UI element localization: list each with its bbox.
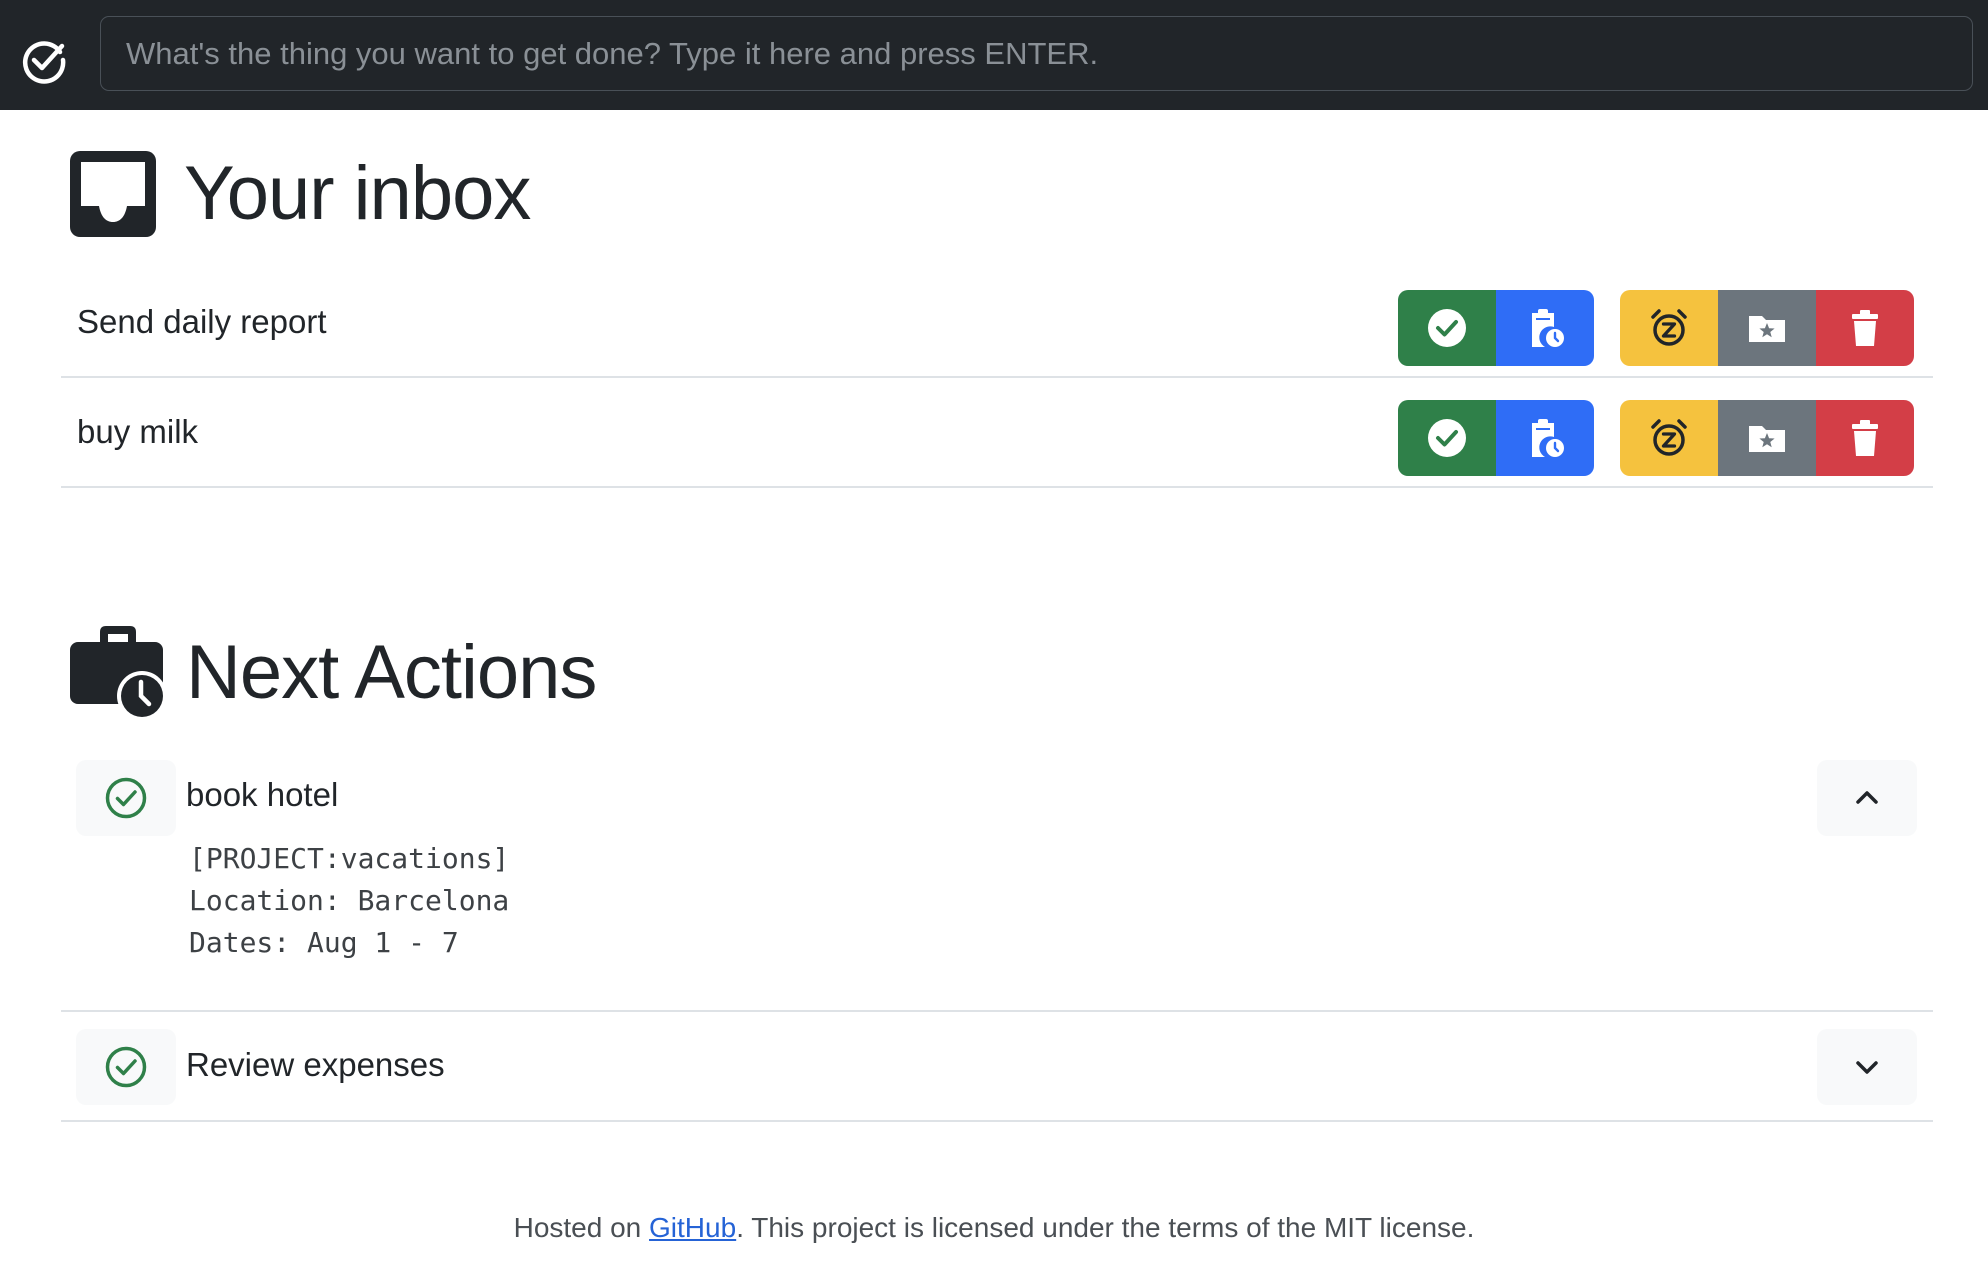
delete-button[interactable] xyxy=(1816,400,1914,476)
inbox-item-label: buy milk xyxy=(77,413,199,450)
delete-button[interactable] xyxy=(1816,290,1914,366)
chevron-up-icon xyxy=(1856,791,1878,804)
footer-prefix: Hosted on xyxy=(513,1212,650,1243)
alarm-snooze-icon xyxy=(1651,309,1687,346)
next-action-button[interactable] xyxy=(1496,400,1594,476)
organize-button-group xyxy=(1620,290,1914,366)
inbox-item: buy milk xyxy=(61,378,1933,488)
next-actions-heading: Next Actions xyxy=(68,622,597,722)
next-action-label[interactable]: Review expenses xyxy=(186,1046,445,1084)
done-button[interactable] xyxy=(1398,400,1496,476)
check-circle-icon xyxy=(20,36,68,84)
snooze-button[interactable] xyxy=(1620,290,1718,366)
complete-button[interactable] xyxy=(76,760,176,836)
inbox-tray-icon xyxy=(70,150,156,237)
inbox-item-label: Send daily report xyxy=(77,303,327,340)
clipboard-clock-icon xyxy=(1532,309,1564,347)
briefcase-clock-icon xyxy=(68,622,168,722)
new-task-input[interactable] xyxy=(100,16,1973,91)
collapse-button[interactable] xyxy=(1817,760,1917,836)
expand-button[interactable] xyxy=(1817,1029,1917,1105)
done-button[interactable] xyxy=(1398,290,1496,366)
inbox-item: Send daily report xyxy=(61,268,1933,378)
inbox-title: Your inbox xyxy=(184,151,531,236)
alarm-snooze-icon xyxy=(1651,419,1687,456)
snooze-button[interactable] xyxy=(1620,400,1718,476)
chevron-down-icon xyxy=(1856,1061,1878,1074)
process-button-group xyxy=(1398,290,1594,366)
complete-button[interactable] xyxy=(76,1029,176,1105)
check-circle-icon xyxy=(105,777,147,819)
next-action-button[interactable] xyxy=(1496,290,1594,366)
next-action-label[interactable]: book hotel xyxy=(186,776,338,814)
process-button-group xyxy=(1398,400,1594,476)
next-action-notes: [PROJECT:vacations] Location: Barcelona … xyxy=(189,842,510,959)
next-actions-title: Next Actions xyxy=(186,629,597,715)
check-circle-icon xyxy=(1428,419,1466,457)
clipboard-clock-icon xyxy=(1532,419,1564,457)
github-link[interactable]: GitHub xyxy=(649,1212,736,1243)
inbox-heading: Your inbox xyxy=(70,150,531,237)
folder-star-icon xyxy=(1749,316,1785,342)
folder-star-icon xyxy=(1749,426,1785,452)
trash-icon xyxy=(1852,420,1878,456)
footer-suffix: . This project is licensed under the ter… xyxy=(736,1212,1475,1243)
next-action-item: book hotel [PROJECT:vacations] Location:… xyxy=(61,760,1933,1012)
check-circle-icon xyxy=(105,1046,147,1088)
organize-button-group xyxy=(1620,400,1914,476)
trash-icon xyxy=(1852,310,1878,346)
move-to-project-button[interactable] xyxy=(1718,290,1816,366)
move-to-project-button[interactable] xyxy=(1718,400,1816,476)
footer: Hosted on GitHub. This project is licens… xyxy=(0,1212,1988,1244)
next-action-item: Review expenses xyxy=(61,1012,1933,1122)
check-circle-icon xyxy=(1428,309,1466,347)
top-bar xyxy=(0,0,1988,110)
